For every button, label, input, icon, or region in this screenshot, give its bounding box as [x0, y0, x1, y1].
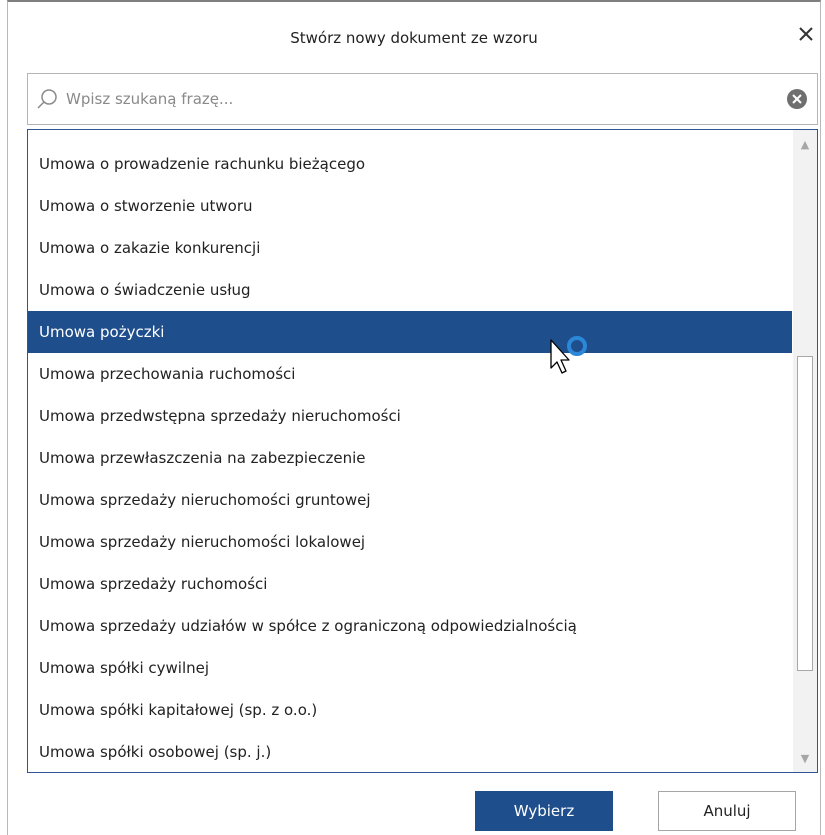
list-item[interactable]: Umowa sprzedaży nieruchomości gruntowej: [28, 479, 792, 521]
template-list[interactable]: Umowa o pracęUmowa o prowadzenie rachunk…: [27, 129, 818, 773]
list-item[interactable]: Umowa przedwstępna sprzedaży nieruchomoś…: [28, 395, 792, 437]
close-icon[interactable]: [792, 20, 820, 48]
list-item[interactable]: Umowa przewłaszczenia na zabezpieczenie: [28, 437, 792, 479]
list-item[interactable]: Umowa spółki kapitałowej (sp. z o.o.): [28, 689, 792, 731]
scroll-down-arrow[interactable]: ▼: [793, 746, 817, 770]
select-button[interactable]: Wybierz: [475, 791, 613, 831]
list-item[interactable]: Umowa o zakazie konkurencji: [28, 227, 792, 269]
scroll-up-arrow[interactable]: ▲: [793, 132, 817, 156]
dialog-titlebar: Stwórz nowy dokument ze wzoru: [8, 2, 820, 60]
list-item[interactable]: Umowa o pracę: [28, 130, 792, 143]
list-item[interactable]: Umowa spółki cywilnej: [28, 647, 792, 689]
list-item[interactable]: Umowa przechowania ruchomości: [28, 353, 792, 395]
list-item[interactable]: Umowa o stworzenie utworu: [28, 185, 792, 227]
search-field[interactable]: [27, 73, 818, 125]
template-dialog: Stwórz nowy dokument ze wzoru Umowa o pr…: [7, 0, 821, 835]
dialog-title: Stwórz nowy dokument ze wzoru: [290, 29, 538, 47]
list-item[interactable]: Umowa sprzedaży nieruchomości lokalowej: [28, 521, 792, 563]
cancel-button[interactable]: Anuluj: [658, 791, 796, 831]
search-icon: [36, 87, 60, 111]
list-item[interactable]: Umowa o świadczenie usług: [28, 269, 792, 311]
list-item[interactable]: Umowa o prowadzenie rachunku bieżącego: [28, 143, 792, 185]
list-item[interactable]: Umowa sprzedaży udziałów w spółce z ogra…: [28, 605, 792, 647]
clear-search-icon[interactable]: [785, 87, 809, 111]
list-item[interactable]: Umowa spółki osobowej (sp. j.): [28, 731, 792, 772]
list-item[interactable]: Umowa sprzedaży ruchomości: [28, 563, 792, 605]
close-icon-glyph: [799, 27, 813, 41]
search-input[interactable]: [66, 74, 766, 124]
list-item-selected[interactable]: Umowa pożyczki: [28, 311, 792, 353]
scroll-thumb[interactable]: [797, 356, 813, 671]
template-list-items: Umowa o pracęUmowa o prowadzenie rachunk…: [28, 130, 792, 772]
vertical-scrollbar[interactable]: ▲ ▼: [793, 130, 817, 772]
